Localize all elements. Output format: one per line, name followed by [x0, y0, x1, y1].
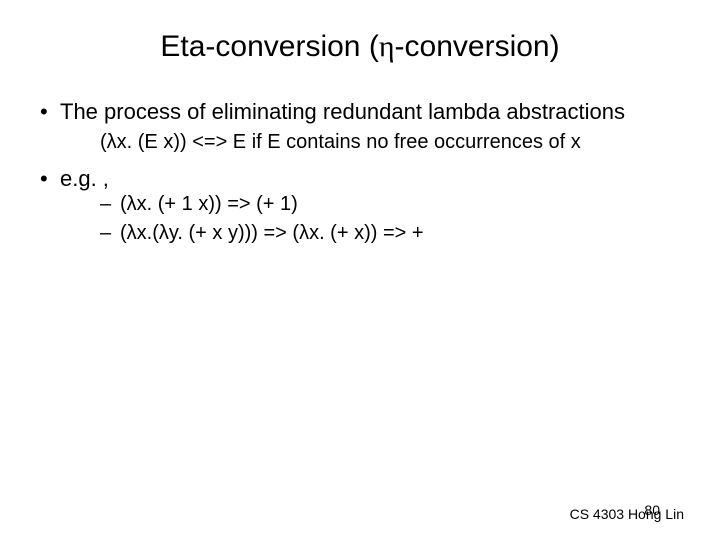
slide-body: The process of eliminating redundant lam… — [36, 98, 684, 246]
bullet-2-sub2: (λx.(λy. (+ x y))) => (λx. (+ x)) => + — [100, 221, 684, 246]
bullet-2-sub1: (λx. (+ 1 x)) => (+ 1) — [100, 192, 684, 217]
bullet-list: The process of eliminating redundant lam… — [36, 98, 684, 246]
title-pre: Eta-conversion ( — [160, 30, 378, 63]
footer-text: CS 4303 Hong Lin — [570, 506, 684, 522]
title-post: -conversion) — [395, 30, 560, 63]
bullet-1-sub: (λx. (E x)) <=> E if E contains no free … — [60, 130, 684, 155]
bullet-1-text: The process of eliminating redundant lam… — [60, 99, 625, 124]
eta-symbol: η — [379, 30, 395, 63]
bullet-2-text: e.g. , — [60, 166, 109, 191]
bullet-1: The process of eliminating redundant lam… — [36, 98, 684, 155]
slide-title: Eta-conversion (η-conversion) — [36, 30, 684, 64]
bullet-2-sublist: (λx. (+ 1 x)) => (+ 1) (λx.(λy. (+ x y))… — [60, 192, 684, 246]
bullet-2: e.g. , (λx. (+ 1 x)) => (+ 1) (λx.(λy. (… — [36, 165, 684, 247]
slide: Eta-conversion (η-conversion) The proces… — [0, 0, 720, 540]
